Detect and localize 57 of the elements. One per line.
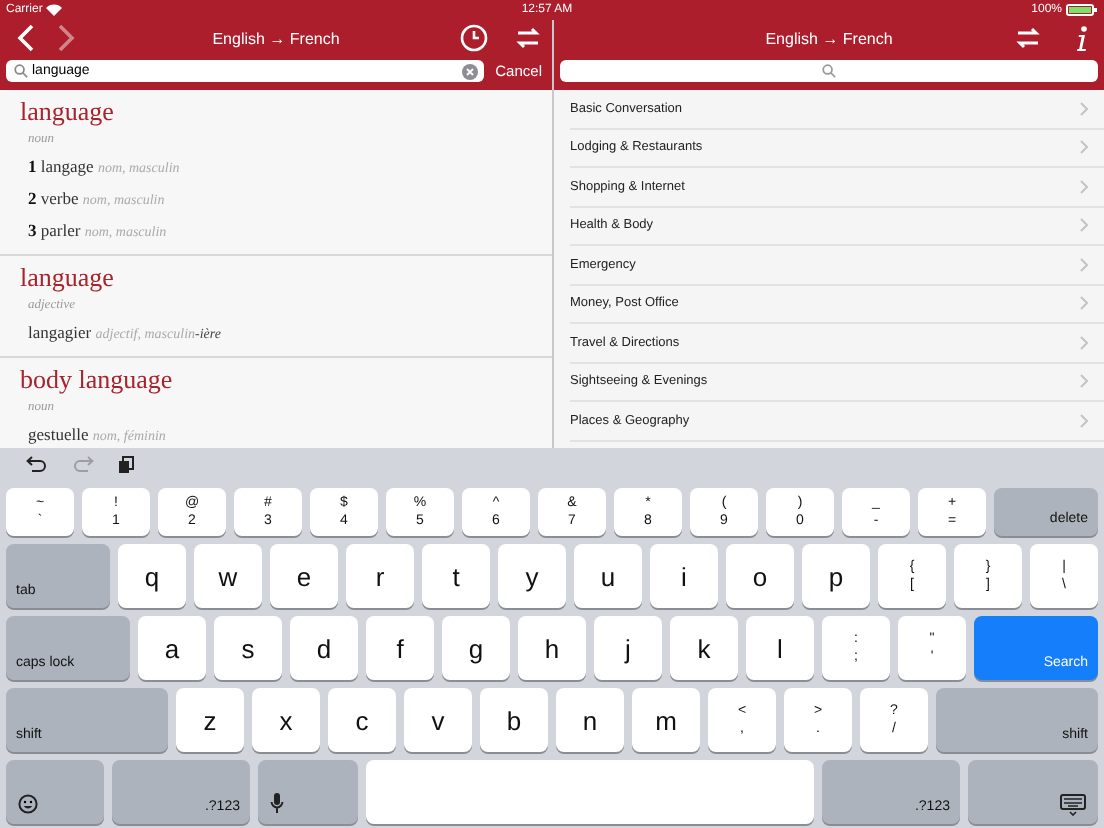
clock-icon[interactable] [460, 24, 488, 52]
emoji-key[interactable] [6, 760, 104, 824]
key[interactable]: l [746, 616, 814, 680]
key[interactable]: e [270, 544, 338, 608]
swap-icon[interactable] [1016, 26, 1040, 50]
chevron-icon [1080, 101, 1088, 116]
key[interactable]: s [214, 616, 282, 680]
hide-keyboard-key[interactable] [968, 760, 1098, 824]
nav-title: English → French [212, 29, 340, 47]
headword[interactable]: language [20, 260, 532, 294]
chevron-icon [1080, 257, 1088, 272]
chevron-icon [1080, 413, 1088, 428]
clear-icon[interactable] [461, 63, 478, 79]
undo-icon[interactable] [26, 456, 48, 472]
key[interactable]: d [290, 616, 358, 680]
battery-icon [1066, 4, 1098, 16]
headword[interactable]: language [20, 94, 532, 128]
chevron-icon [1080, 335, 1088, 350]
key[interactable]: h [518, 616, 586, 680]
chevron-icon [1080, 218, 1088, 233]
key[interactable]: o [726, 544, 794, 608]
chevron-icon [1080, 140, 1088, 155]
key[interactable]: x [252, 688, 320, 752]
key[interactable]: j [594, 616, 662, 680]
key[interactable]: p [802, 544, 870, 608]
key[interactable]: f [366, 616, 434, 680]
key[interactable]: v [404, 688, 472, 752]
key[interactable]: g [442, 616, 510, 680]
search-icon [14, 64, 28, 78]
keyboard-icon [1060, 794, 1086, 816]
chevron-icon [1080, 179, 1088, 194]
key[interactable]: i [650, 544, 718, 608]
key[interactable]: a [138, 616, 206, 680]
chevron-icon [1080, 296, 1088, 311]
key[interactable]: t [422, 544, 490, 608]
key[interactable]: m [632, 688, 700, 752]
headword[interactable]: body language [20, 362, 532, 396]
swap-icon[interactable] [516, 26, 540, 50]
search-field[interactable] [560, 60, 1098, 82]
wifi-icon [46, 4, 63, 16]
key[interactable]: n [556, 688, 624, 752]
microphone-icon [270, 792, 284, 814]
search-icon [822, 64, 836, 78]
key[interactable]: k [670, 616, 738, 680]
chevron-icon [1080, 374, 1088, 389]
key[interactable]: z [176, 688, 244, 752]
key[interactable]: w [194, 544, 262, 608]
key[interactable]: u [574, 544, 642, 608]
key[interactable]: r [346, 544, 414, 608]
key[interactable]: y [498, 544, 566, 608]
smiley-icon [18, 794, 38, 814]
key[interactable]: q [118, 544, 186, 608]
paste-icon[interactable] [118, 455, 134, 473]
key[interactable]: c [328, 688, 396, 752]
nav-title: English → French [765, 29, 893, 47]
info-icon[interactable] [1076, 25, 1088, 51]
key[interactable]: b [480, 688, 548, 752]
